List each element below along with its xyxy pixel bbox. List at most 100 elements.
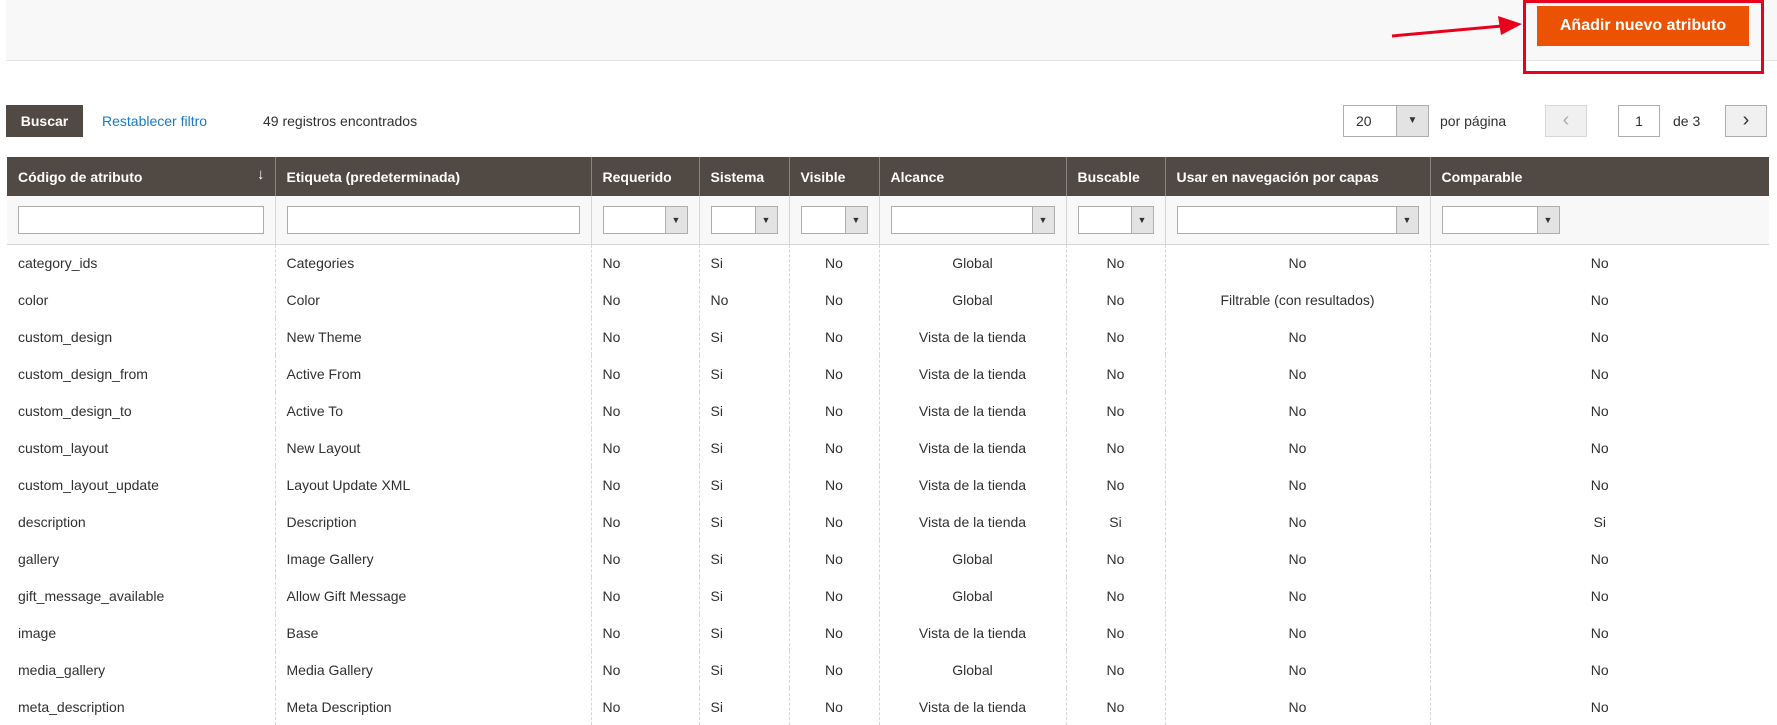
cell-attribute-code: color (7, 281, 276, 318)
cell-layered-navigation: No (1165, 688, 1431, 725)
cell-visible: No (789, 355, 880, 392)
cell-attribute-code: custom_design (7, 318, 276, 355)
cell-attribute-code: gift_message_available (7, 577, 276, 614)
filter-required-select[interactable]: ▼ (602, 205, 688, 234)
column-header-visible[interactable]: Visible (789, 157, 880, 196)
cell-comparable: No (1590, 587, 1609, 604)
cell-scope: Global (879, 281, 1067, 318)
chevron-down-icon[interactable]: ▼ (1396, 106, 1428, 136)
cell-attribute-code: custom_design_to (7, 392, 276, 429)
cell-visible: No (789, 503, 880, 540)
reset-filter-link[interactable]: Restablecer filtro (102, 113, 207, 129)
cell-label: New Theme (275, 318, 592, 355)
cell-visible: No (789, 466, 880, 503)
cell-comparable: No (1590, 476, 1609, 493)
filter-layered-navigation-select[interactable]: ▼ (1176, 205, 1419, 234)
table-row[interactable]: gift_message_available Allow Gift Message… (7, 577, 1769, 614)
cell-scope: Vista de la tienda (879, 503, 1067, 540)
table-row[interactable]: color Color No No No Global No Filtrable (con r… (7, 281, 1769, 318)
cell-scope: Vista de la tienda (879, 392, 1067, 429)
cell-scope: Vista de la tienda (879, 429, 1067, 466)
column-header-label[interactable]: Etiqueta (predeterminada) (275, 157, 592, 196)
cell-required: No (591, 429, 700, 466)
cell-visible: No (789, 392, 880, 429)
cell-scope: Global (879, 540, 1067, 577)
table-row[interactable]: custom_design New Theme No Si No Vista de la … (7, 318, 1769, 355)
cell-label: Layout Update XML (275, 466, 592, 503)
cell-layered-navigation: Filtrable (con resultados) (1165, 281, 1431, 318)
cell-label: Description (275, 503, 592, 540)
cell-visible: No (789, 429, 880, 466)
cell-comparable: No (1590, 624, 1609, 641)
column-header-attribute-code[interactable]: Código de atributo ↓ (7, 157, 276, 196)
filter-attribute-code-input[interactable] (18, 205, 264, 234)
table-row[interactable]: image Base No Si No Vista de la tienda No No No (7, 614, 1769, 651)
cell-searchable: Si (1066, 503, 1166, 540)
cell-searchable: No (1066, 540, 1166, 577)
cell-comparable: No (1590, 365, 1609, 382)
total-pages-label: de 3 (1673, 113, 1701, 129)
chevron-left-icon: ‹ (1562, 109, 1570, 131)
table-row[interactable]: gallery Image Gallery No Si No Global No No No (7, 540, 1769, 577)
cell-label: Image Gallery (275, 540, 592, 577)
table-row[interactable]: custom_layout New Layout No Si No Vista de la… (7, 429, 1769, 466)
cell-label: Meta Description (275, 688, 592, 725)
cell-required: No (591, 281, 700, 318)
filter-scope-select[interactable]: ▼ (890, 205, 1055, 234)
cell-required: No (591, 577, 700, 614)
cell-required: No (591, 392, 700, 429)
filter-system-select[interactable]: ▼ (710, 205, 778, 234)
cell-system: Si (699, 355, 790, 392)
table-row[interactable]: description Description No Si No Vista de la … (7, 503, 1769, 540)
cell-attribute-code: custom_design_from (7, 355, 276, 392)
column-header-system[interactable]: Sistema (699, 157, 790, 196)
cell-attribute-code: description (7, 503, 276, 540)
cell-system: Si (699, 318, 790, 355)
cell-visible: No (789, 577, 880, 614)
column-header-scope[interactable]: Alcance (879, 157, 1067, 196)
cell-label: Active To (275, 392, 592, 429)
filter-visible-select[interactable]: ▼ (800, 205, 868, 234)
search-button[interactable]: Buscar (6, 105, 83, 137)
per-page-select[interactable]: 20 ▼ (1343, 105, 1429, 137)
cell-required: No (591, 244, 700, 281)
cell-required: No (591, 466, 700, 503)
cell-scope: Global (879, 651, 1067, 688)
column-header-comparable[interactable]: Comparable (1430, 157, 1769, 196)
column-header-layered-navigation[interactable]: Usar en navegación por capas (1165, 157, 1431, 196)
cell-required: No (591, 318, 700, 355)
cell-scope: Vista de la tienda (879, 466, 1067, 503)
filter-label-input[interactable] (286, 205, 580, 234)
cell-attribute-code: custom_layout_update (7, 466, 276, 503)
cell-searchable: No (1066, 281, 1166, 318)
table-row[interactable]: meta_description Meta Description No Si No Vi… (7, 688, 1769, 725)
column-header-searchable[interactable]: Buscable (1066, 157, 1166, 196)
cell-searchable: No (1066, 466, 1166, 503)
column-header-required[interactable]: Requerido (591, 157, 700, 196)
cell-attribute-code: media_gallery (7, 651, 276, 688)
cell-comparable: No (1590, 291, 1609, 308)
cell-comparable: No (1590, 550, 1609, 567)
filter-comparable-select[interactable]: ▼ (1441, 205, 1560, 234)
cell-system: Si (699, 614, 790, 651)
previous-page-button[interactable]: ‹ (1545, 105, 1587, 137)
sort-arrow-icon[interactable]: ↓ (257, 166, 265, 183)
add-new-attribute-button[interactable]: Añadir nuevo atributo (1537, 6, 1749, 46)
next-page-button[interactable]: › (1725, 105, 1767, 137)
cell-comparable: No (1590, 698, 1609, 715)
table-row[interactable]: category_ids Categories No Si No Global No No No (7, 244, 1769, 281)
cell-scope: Global (879, 244, 1067, 281)
cell-layered-navigation: No (1165, 355, 1431, 392)
cell-scope: Global (879, 577, 1067, 614)
cell-required: No (591, 540, 700, 577)
page-number-input[interactable]: 1 (1618, 105, 1660, 137)
cell-visible: No (789, 244, 880, 281)
table-row[interactable]: custom_design_from Active From No Si No Vista… (7, 355, 1769, 392)
cell-visible: No (789, 688, 880, 725)
cell-visible: No (789, 318, 880, 355)
chevron-down-icon: ▼ (1536, 206, 1559, 233)
filter-searchable-select[interactable]: ▼ (1077, 205, 1154, 234)
table-row[interactable]: media_gallery Media Gallery No Si No Global No… (7, 651, 1769, 688)
table-row[interactable]: custom_design_to Active To No Si No Vista de … (7, 392, 1769, 429)
table-row[interactable]: custom_layout_update Layout Update XML No S… (7, 466, 1769, 503)
